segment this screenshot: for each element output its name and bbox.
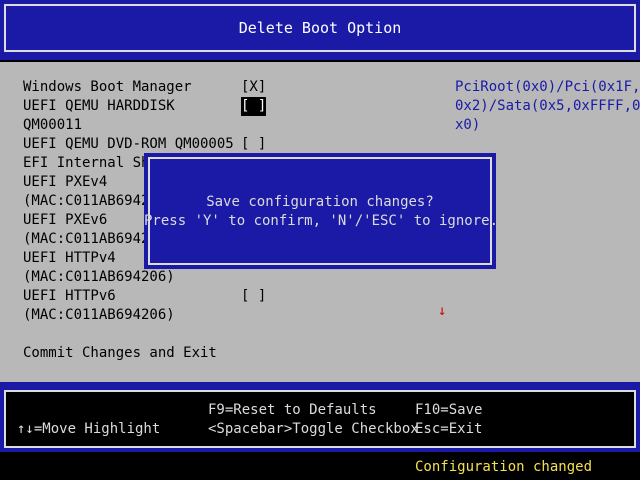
title-box: Delete Boot Option [4,4,636,52]
boot-option-uefi-qemu-harddisk[interactable]: UEFI QEMU HARDDISK [23,97,175,116]
boot-option-uefi-httpv4-mac: (MAC:C011AB694206) [23,269,175,285]
boot-option-windows-boot-manager[interactable]: Windows Boot Manager [23,78,192,97]
checkbox-uefi-qemu-harddisk[interactable]: [ ] [241,97,267,116]
hint-move-highlight: ↑↓=Move Highlight [17,421,161,437]
checkbox-uefi-qemu-dvd-rom[interactable]: [ ] [241,135,266,154]
checkbox-windows-boot-manager[interactable]: [X] [241,78,266,97]
boot-option-uefi-httpv6-mac: (MAC:C011AB694206) [23,307,175,323]
hint-exit: Esc=Exit [415,421,483,437]
save-confirm-dialog[interactable]: Save configuration changes? Press 'Y' to… [144,153,499,269]
boot-option-uefi-pxev4[interactable]: UEFI PXEv4 [23,173,107,192]
dialog-instructions: Press 'Y' to confirm, 'N'/'ESC' to ignor… [144,213,499,229]
hint-save: F10=Save [415,402,483,418]
boot-option-uefi-qemu-dvd-rom[interactable]: UEFI QEMU DVD-ROM QM00005 [23,135,234,154]
hint-toggle-checkbox: <Spacebar>Toggle Checkbox [208,421,419,437]
commit-changes-and-exit[interactable]: Commit Changes and Exit [23,344,217,363]
boot-option-uefi-qemu-harddisk-line2: QM00011 [23,117,83,133]
help-text-line-3: x0) [455,117,481,133]
status-message: Configuration changed [415,459,593,475]
boot-option-uefi-pxev6-mac: (MAC:C011AB6942 [23,231,150,247]
boot-option-efi-internal-shell[interactable]: EFI Internal Sh [23,154,149,173]
boot-option-uefi-pxev4-mac: (MAC:C011AB6942 [23,193,150,209]
scroll-down-arrow-icon: ↓ [438,303,447,319]
boot-option-uefi-httpv6[interactable]: UEFI HTTPv6 [23,287,116,306]
dialog-question: Save configuration changes? [206,194,434,210]
page-title: Delete Boot Option [238,18,402,37]
checkbox-uefi-httpv6[interactable]: [ ] [241,287,266,306]
boot-option-uefi-pxev6[interactable]: UEFI PXEv6 [23,211,107,230]
hint-reset-defaults: F9=Reset to Defaults [208,402,377,418]
help-text-line-2: 0x2)/Sata(0x5,0xFFFF,0 [455,98,640,114]
help-text-line-1: PciRoot(0x0)/Pci(0x1F, [455,79,640,95]
boot-option-uefi-httpv4[interactable]: UEFI HTTPv4 [23,249,116,268]
